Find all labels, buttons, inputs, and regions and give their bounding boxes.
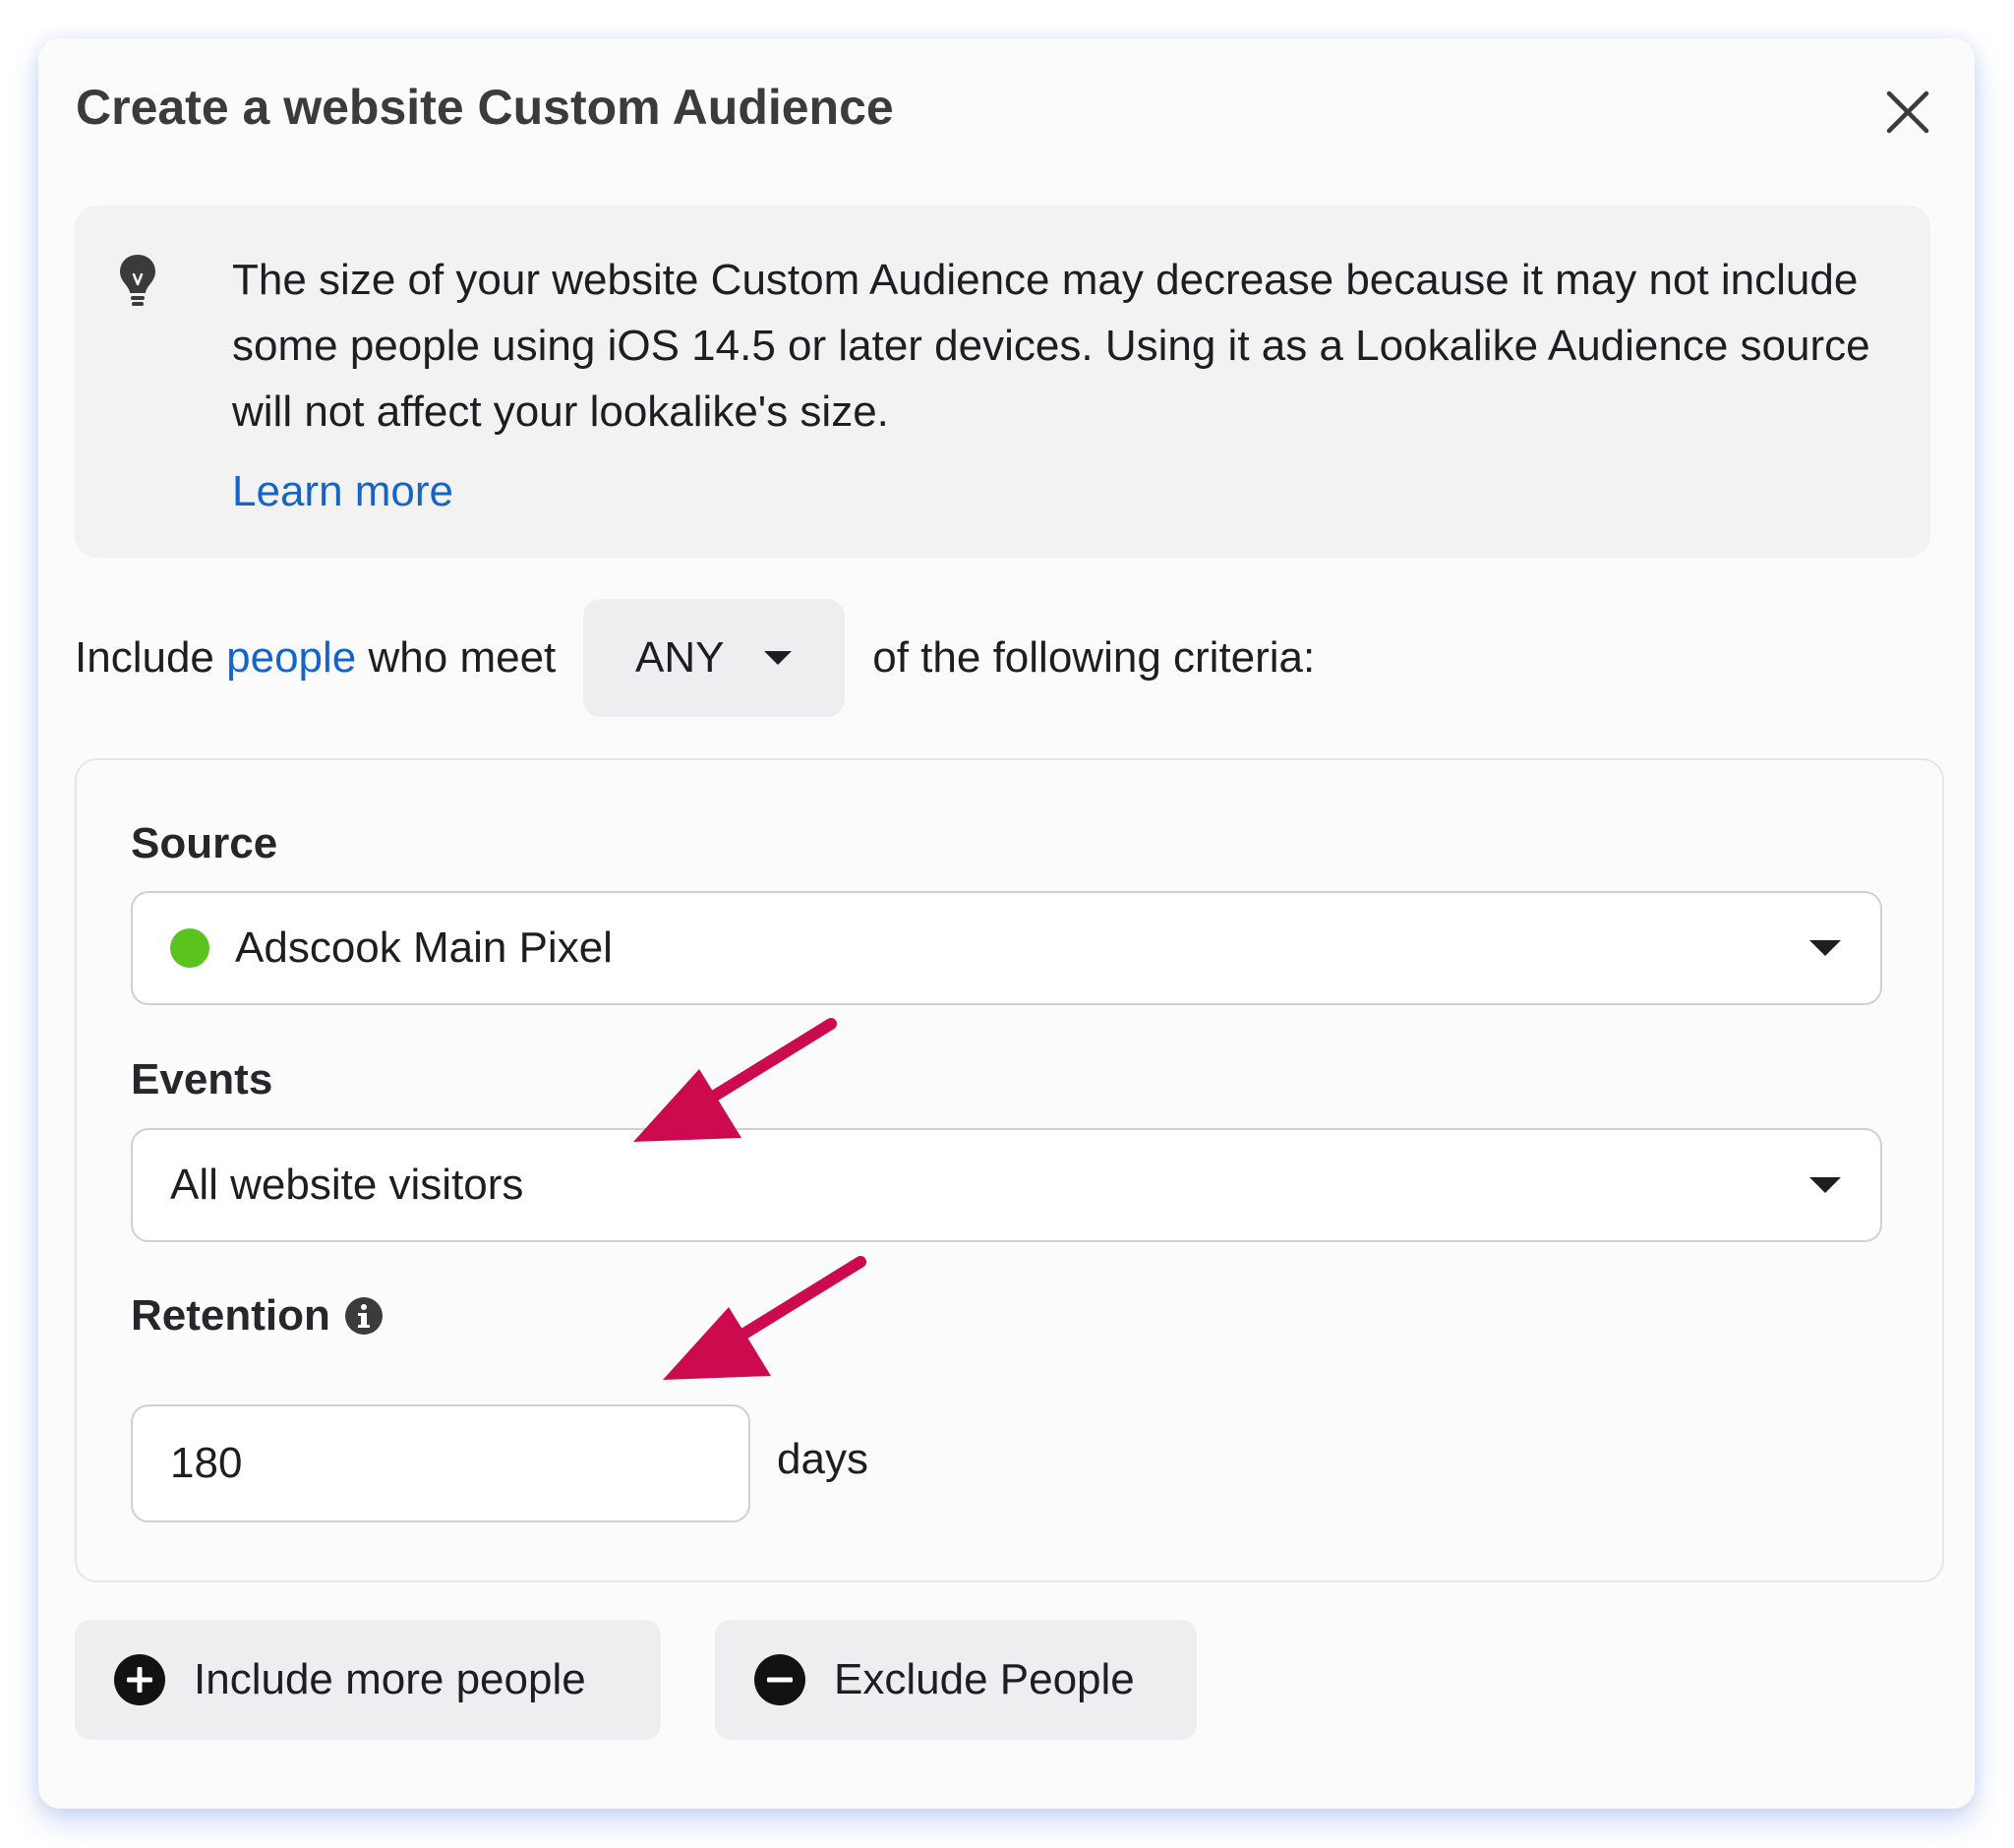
match-type-value: ANY [635, 633, 725, 682]
caret-down-icon [1809, 940, 1841, 956]
info-icon[interactable] [344, 1296, 384, 1336]
lightbulb-icon [120, 255, 155, 306]
pixel-status-dot [170, 928, 209, 968]
custom-audience-dialog: Create a website Custom Audience The siz… [38, 38, 1975, 1809]
criteria-card: Source Adscook Main Pixel Events All web… [75, 758, 1944, 1582]
minus-circle-icon [754, 1654, 805, 1705]
include-more-people-button[interactable]: Include more people [75, 1620, 661, 1740]
criteria-prefix: Include [75, 633, 214, 682]
source-label: Source [131, 819, 278, 867]
close-icon [1886, 90, 1929, 134]
dialog-title: Create a website Custom Audience [76, 80, 894, 135]
retention-days-input[interactable] [131, 1404, 750, 1522]
notice-text: The size of your website Custom Audience… [232, 256, 1870, 436]
events-label: Events [131, 1055, 273, 1103]
exclude-people-button[interactable]: Exclude People [715, 1620, 1197, 1740]
events-value: All website visitors [170, 1161, 524, 1209]
events-dropdown[interactable]: All website visitors [131, 1128, 1882, 1242]
close-button[interactable] [1873, 78, 1942, 147]
criteria-sentence: Include people who meet ANY of the follo… [75, 599, 1315, 717]
exclude-people-label: Exclude People [834, 1655, 1135, 1703]
caret-down-icon [763, 651, 792, 665]
retention-label: Retention [131, 1291, 384, 1341]
page: Create a website Custom Audience The siz… [0, 0, 2014, 1848]
people-link[interactable]: people [226, 633, 356, 683]
criteria-middle: who meet [368, 633, 557, 682]
match-type-dropdown[interactable]: ANY [583, 599, 846, 717]
plus-circle-icon [114, 1654, 165, 1705]
ios-notice-box: The size of your website Custom Audience… [75, 206, 1930, 558]
retention-unit: days [777, 1435, 868, 1483]
learn-more-link[interactable]: Learn more [232, 463, 453, 519]
caret-down-icon [1809, 1177, 1841, 1193]
criteria-suffix: of the following criteria: [872, 633, 1316, 682]
source-value: Adscook Main Pixel [235, 924, 613, 972]
include-more-label: Include more people [194, 1655, 586, 1703]
source-dropdown[interactable]: Adscook Main Pixel [131, 891, 1882, 1005]
